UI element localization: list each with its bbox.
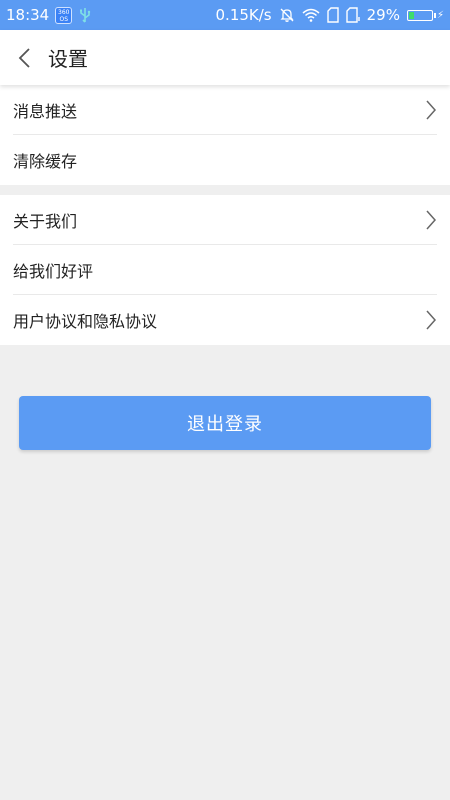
battery-tip	[433, 12, 436, 18]
chevron-right-icon	[425, 209, 437, 231]
back-button[interactable]	[4, 30, 44, 85]
status-bar: 18:34 360 OS 0.15K/s 29% ⚡	[0, 0, 450, 30]
chevron-right-icon	[425, 99, 437, 121]
settings-group-1: 消息推送 清除缓存	[0, 85, 450, 185]
battery-body	[406, 9, 433, 21]
sim-icon	[326, 7, 339, 23]
status-time: 18:34	[6, 6, 50, 24]
battery-fill	[408, 11, 414, 19]
status-right: 0.15K/s 29% ⚡	[216, 6, 444, 24]
page-title: 设置	[48, 47, 88, 71]
setting-row-user-agreement[interactable]: 用户协议和隐私协议	[13, 295, 437, 345]
chevron-right-icon	[425, 309, 437, 331]
chevron-left-icon	[18, 47, 30, 68]
wifi-icon	[302, 8, 320, 22]
setting-row-message-push[interactable]: 消息推送	[13, 85, 437, 135]
header: 设置	[0, 30, 450, 85]
os-badge-icon: 360 OS	[55, 6, 73, 24]
logout-button[interactable]: 退出登录	[19, 396, 431, 450]
battery-icon: ⚡	[406, 9, 444, 21]
setting-label: 用户协议和隐私协议	[13, 312, 158, 331]
network-speed: 0.15K/s	[215, 6, 272, 24]
setting-label: 消息推送	[13, 101, 78, 121]
setting-row-clear-cache[interactable]: 清除缓存	[13, 135, 437, 185]
setting-label: 给我们好评	[13, 261, 94, 281]
status-left: 18:34 360 OS	[6, 6, 92, 24]
setting-label: 清除缓存	[13, 152, 78, 171]
sim-icon	[345, 7, 360, 23]
bell-off-icon	[279, 7, 295, 23]
setting-label: 关于我们	[13, 211, 78, 231]
usb-icon	[78, 7, 92, 23]
charging-bolt-icon: ⚡	[436, 9, 444, 21]
setting-row-about-us[interactable]: 关于我们	[13, 195, 437, 245]
setting-row-rate-us[interactable]: 给我们好评	[13, 245, 437, 295]
battery-percent: 29%	[366, 6, 400, 24]
settings-group-2: 关于我们 给我们好评 用户协议和隐私协议	[0, 195, 450, 345]
